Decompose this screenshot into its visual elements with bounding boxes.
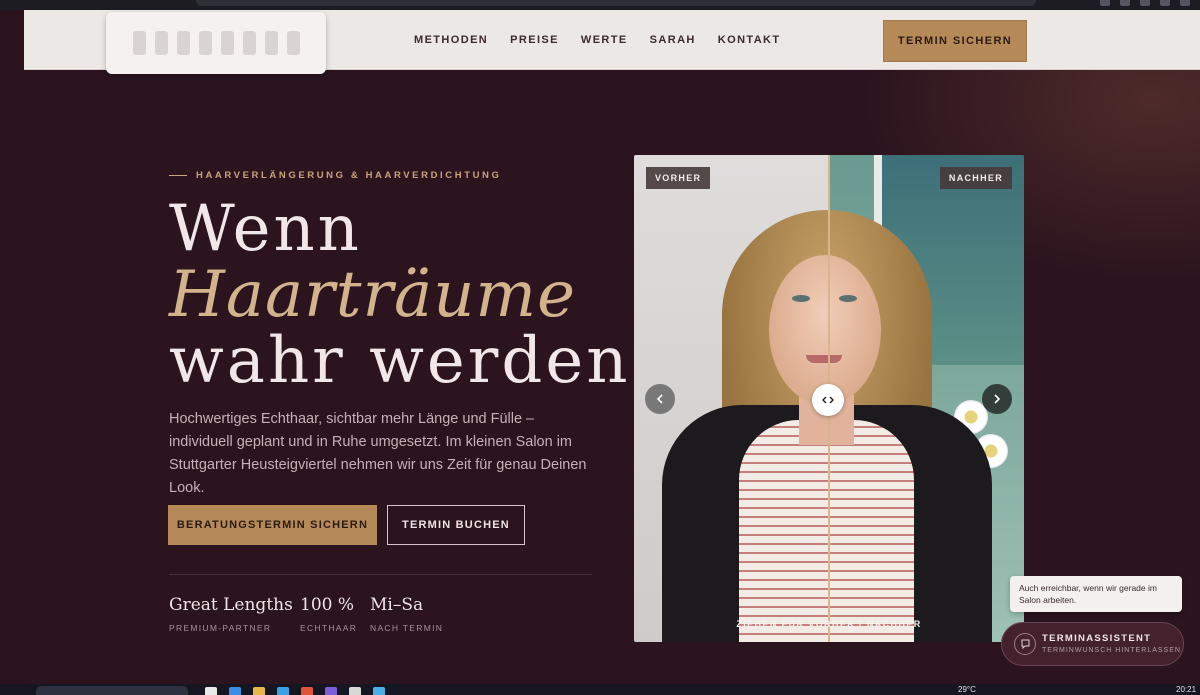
extension-icon[interactable] (1160, 0, 1170, 6)
nav-link-preise[interactable]: PREISE (510, 34, 559, 46)
logo-mark (220, 31, 234, 55)
before-label: VORHER (646, 167, 711, 189)
drag-arrows-icon (822, 396, 834, 404)
portrait-eye (839, 295, 857, 302)
appointment-assistant-button[interactable]: TERMINASSISTENT TERMINWUNSCH HINTERLASSE… (1001, 622, 1184, 666)
taskbar-app-icon[interactable] (277, 687, 289, 695)
logo-mark (242, 31, 256, 55)
logo-mark (132, 31, 146, 55)
browser-icon[interactable] (301, 687, 313, 695)
slider-caption: ZIEHEN FÜR VORHER / NACHHER (736, 619, 922, 629)
stat-label: ECHTHAAR (300, 623, 358, 633)
portrait-eye (792, 295, 810, 302)
assistant-title: TERMINASSISTENT (1042, 633, 1152, 644)
stat-partner: Great Lengths PREMIUM-PARTNER (169, 595, 293, 633)
extension-icon[interactable] (1140, 0, 1150, 6)
taskbar-app-icon[interactable] (229, 687, 241, 695)
hero-eyebrow: HAARVERLÄNGERUNG & HAARVERDICHTUNG (169, 170, 502, 181)
taskbar-app-icon[interactable] (373, 687, 385, 695)
chevron-right-icon (994, 394, 1001, 404)
logo-mark (154, 31, 168, 55)
main-navigation: METHODEN PREISE WERTE SARAH KONTAKT (414, 10, 781, 69)
hero-description: Hochwertiges Echthaar, sichtbar mehr Län… (169, 411, 587, 496)
headline-line-accent: Haarträume (169, 258, 576, 332)
browser-address-bar[interactable] (196, 0, 1036, 6)
headline-line-3: wahr werden (169, 324, 631, 398)
taskbar-search[interactable] (36, 686, 188, 695)
system-clock[interactable]: 20:21 (1176, 685, 1196, 694)
stat-value: Mi–Sa (370, 595, 424, 615)
logo-mark (264, 31, 278, 55)
nav-link-methoden[interactable]: METHODEN (414, 34, 488, 46)
hero-headline: Wenn Haarträume wahr werden (169, 196, 630, 394)
nav-link-kontakt[interactable]: KONTAKT (718, 34, 781, 46)
stat-label: NACH TERMIN (370, 623, 444, 633)
header-appointment-button[interactable]: TERMIN SICHERN (883, 20, 1027, 62)
after-label: NACHHER (939, 167, 1012, 189)
chat-icon-glyph (1021, 639, 1029, 649)
headline-line-1: Wenn (169, 192, 362, 266)
eyebrow-text: HAARVERLÄNGERUNG & HAARVERDICHTUNG (196, 170, 502, 181)
website-page: METHODEN PREISE WERTE SARAH KONTAKT TERM… (24, 10, 1200, 684)
nav-link-sarah[interactable]: SARAH (650, 34, 696, 46)
portrait-mouth (806, 355, 842, 363)
logo-mark (198, 31, 212, 55)
consultation-button[interactable]: BERATUNGSTERMIN SICHERN (168, 505, 377, 545)
assistant-tooltip: Auch erreichbar, wenn wir gerade im Salo… (1010, 576, 1182, 612)
chevron-left-icon (656, 394, 663, 404)
hero-divider (169, 574, 592, 575)
slider-handle[interactable] (812, 384, 844, 416)
stat-value: Great Lengths (169, 595, 293, 615)
extension-icon[interactable] (1180, 0, 1190, 6)
taskbar-app-icon[interactable] (325, 687, 337, 695)
chat-bubble-icon (1014, 633, 1036, 655)
eyebrow-line (169, 175, 187, 176)
nav-link-werte[interactable]: WERTE (581, 34, 628, 46)
weather-temperature[interactable]: 29°C (958, 685, 976, 694)
portrait-face (769, 255, 881, 405)
portrait-shirt (739, 420, 914, 642)
browser-extension-icons (1100, 0, 1190, 6)
stat-label: PREMIUM-PARTNER (169, 623, 272, 633)
next-slide-button[interactable] (982, 384, 1012, 414)
taskbar-app-icon[interactable] (205, 687, 217, 695)
taskbar-apps (205, 687, 385, 695)
extension-icon[interactable] (1120, 0, 1130, 6)
logo-mark (176, 31, 190, 55)
stat-opening-days: Mi–Sa NACH TERMIN (370, 595, 443, 633)
logo-mark (286, 31, 300, 55)
os-taskbar: 29°C 20:21 (0, 684, 1200, 695)
assistant-subtitle: TERMINWUNSCH HINTERLASSEN (1042, 647, 1181, 654)
browser-toolbar (0, 0, 1200, 10)
stat-real-hair: 100 % ECHTHAAR (300, 595, 357, 633)
taskbar-app-icon[interactable] (349, 687, 361, 695)
book-appointment-button[interactable]: TERMIN BUCHEN (387, 505, 525, 545)
previous-slide-button[interactable] (645, 384, 675, 414)
before-after-slider[interactable]: VORHER NACHHER ZIEHEN FÜR VORHER / NACHH… (634, 155, 1024, 642)
extension-icon[interactable] (1100, 0, 1110, 6)
stat-value: 100 % (300, 595, 355, 615)
site-logo[interactable] (106, 12, 326, 74)
folder-icon[interactable] (253, 687, 265, 695)
